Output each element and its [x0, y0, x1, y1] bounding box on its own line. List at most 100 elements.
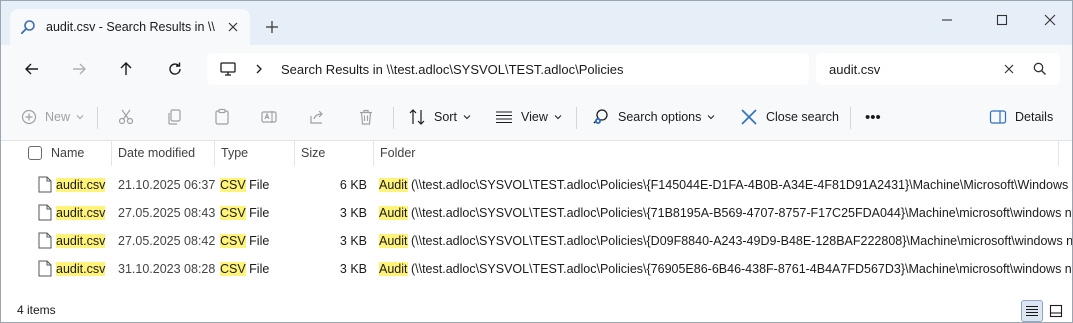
rename-button[interactable] [260, 105, 278, 129]
paste-button[interactable] [213, 105, 231, 129]
chevron-right-icon[interactable] [253, 63, 265, 75]
more-icon: ••• [865, 108, 881, 126]
tab-title: audit.csv - Search Results in \\ [46, 20, 215, 34]
details-pane-icon [989, 110, 1007, 124]
column-separator[interactable] [294, 141, 295, 166]
copy-button[interactable] [165, 105, 183, 129]
delete-button[interactable] [357, 105, 375, 129]
maximize-icon[interactable] [993, 11, 1011, 29]
sort-icon [409, 109, 425, 125]
new-button[interactable]: New [21, 105, 84, 129]
clipboard-icon [215, 108, 229, 125]
tab-search-results[interactable]: audit.csv - Search Results in \\ [10, 9, 250, 45]
date-modified: 21.10.2025 06:37 [118, 178, 216, 192]
column-folder-header[interactable]: Folder [380, 146, 415, 160]
toolbar-divider [393, 107, 394, 129]
table-row[interactable]: audit.csv 21.10.2025 06:37 CSV File 6 KB… [1, 171, 1072, 199]
column-separator[interactable] [1058, 141, 1059, 166]
address-bar[interactable]: Search Results in \\test.adloc\SYSVOL\TE… [207, 53, 809, 85]
arrow-up-icon [120, 62, 132, 75]
search-icon [20, 20, 35, 35]
file-name[interactable]: audit.csv [56, 234, 106, 248]
date-modified: 27.05.2025 08:42 [118, 234, 216, 248]
search-input[interactable] [829, 61, 999, 77]
file-size: 3 KB [339, 206, 367, 220]
search-icon[interactable] [1032, 61, 1048, 77]
chevron-down-icon [76, 115, 84, 120]
address-path[interactable]: Search Results in \\test.adloc\SYSVOL\TE… [281, 62, 624, 77]
refresh-button[interactable] [164, 58, 186, 80]
share-button[interactable] [308, 105, 326, 129]
table-row[interactable]: audit.csv 27.05.2025 08:42 CSV File 3 KB… [1, 227, 1072, 255]
select-all-checkbox[interactable] [28, 146, 42, 160]
details-view-button[interactable] [1021, 300, 1043, 322]
table-row[interactable]: audit.csv 31.10.2023 08:28 CSV File 3 KB… [1, 255, 1072, 283]
arrow-left-icon [25, 63, 38, 75]
type-rest: File [245, 234, 270, 248]
chevron-down-icon [708, 115, 715, 120]
date-modified: 31.10.2023 08:28 [118, 262, 216, 276]
toolbar-divider [576, 107, 577, 129]
type-highlight: CSV [220, 262, 246, 276]
file-icon [38, 176, 52, 193]
file-name[interactable]: audit.csv [56, 178, 106, 192]
file-name[interactable]: audit.csv [56, 206, 106, 220]
share-icon [310, 110, 323, 124]
file-size: 3 KB [339, 234, 367, 248]
type-highlight: CSV [220, 178, 246, 192]
toolbar-divider [97, 107, 98, 129]
plus-circle-icon [21, 109, 37, 125]
type-highlight: CSV [220, 206, 246, 220]
details-view-icon [1026, 305, 1038, 317]
file-type: CSV File [220, 234, 269, 248]
file-name[interactable]: audit.csv [56, 262, 106, 276]
view-button[interactable]: View [495, 105, 562, 129]
details-pane-button[interactable]: Details [989, 105, 1053, 129]
sort-button[interactable]: Sort [408, 105, 471, 129]
file-type: CSV File [220, 178, 269, 192]
folder-path: Audit (\\test.adloc\SYSVOL\TEST.adloc\Po… [379, 206, 1072, 220]
folder-path: Audit (\\test.adloc\SYSVOL\TEST.adloc\Po… [379, 178, 1072, 192]
up-button[interactable] [115, 58, 137, 80]
tab-close-icon[interactable] [226, 20, 240, 34]
tiles-view-button[interactable] [1045, 300, 1067, 322]
folder-path: Audit (\\test.adloc\SYSVOL\TEST.adloc\Po… [379, 234, 1073, 248]
type-rest: File [245, 178, 270, 192]
column-type-header[interactable]: Type [221, 146, 248, 160]
file-size: 6 KB [339, 178, 367, 192]
column-size-header[interactable]: Size [301, 146, 325, 160]
details-label: Details [1015, 110, 1054, 124]
command-bar: New Sort View Search options Close searc… [1, 93, 1072, 141]
navigation-bar: Search Results in \\test.adloc\SYSVOL\TE… [1, 45, 1072, 93]
column-separator[interactable] [111, 141, 112, 166]
column-name-header[interactable]: Name [51, 146, 84, 160]
view-label: View [521, 110, 548, 124]
minimize-icon[interactable] [938, 11, 956, 29]
arrow-right-icon [73, 63, 86, 75]
search-box[interactable] [816, 53, 1060, 85]
column-separator[interactable] [373, 141, 374, 166]
forward-button[interactable] [68, 58, 90, 80]
more-options-button[interactable]: ••• [865, 105, 881, 129]
back-button[interactable] [21, 58, 43, 80]
type-highlight: CSV [220, 234, 246, 248]
search-options-button[interactable]: Search options [592, 105, 715, 129]
file-type: CSV File [220, 206, 269, 220]
clear-search-icon[interactable] [1002, 62, 1016, 76]
computer-icon [220, 62, 236, 76]
new-tab-icon[interactable] [263, 18, 281, 36]
table-row[interactable]: audit.csv 27.05.2025 08:43 CSV File 3 KB… [1, 199, 1072, 227]
close-search-button[interactable]: Close search [740, 105, 839, 129]
folder-highlight: Audit [379, 178, 408, 192]
folder-rest: (\\test.adloc\SYSVOL\TEST.adloc\Policies… [407, 262, 1073, 276]
close-window-icon[interactable] [1041, 11, 1059, 29]
folder-rest: (\\test.adloc\SYSVOL\TEST.adloc\Policies… [407, 234, 1073, 248]
date-modified: 27.05.2025 08:43 [118, 206, 216, 220]
column-date-header[interactable]: Date modified [118, 146, 195, 160]
cut-button[interactable] [117, 105, 135, 129]
type-rest: File [245, 262, 270, 276]
rename-icon [261, 111, 277, 123]
toolbar-divider [850, 107, 851, 129]
column-separator[interactable] [214, 141, 215, 166]
folder-highlight: Audit [379, 262, 408, 276]
